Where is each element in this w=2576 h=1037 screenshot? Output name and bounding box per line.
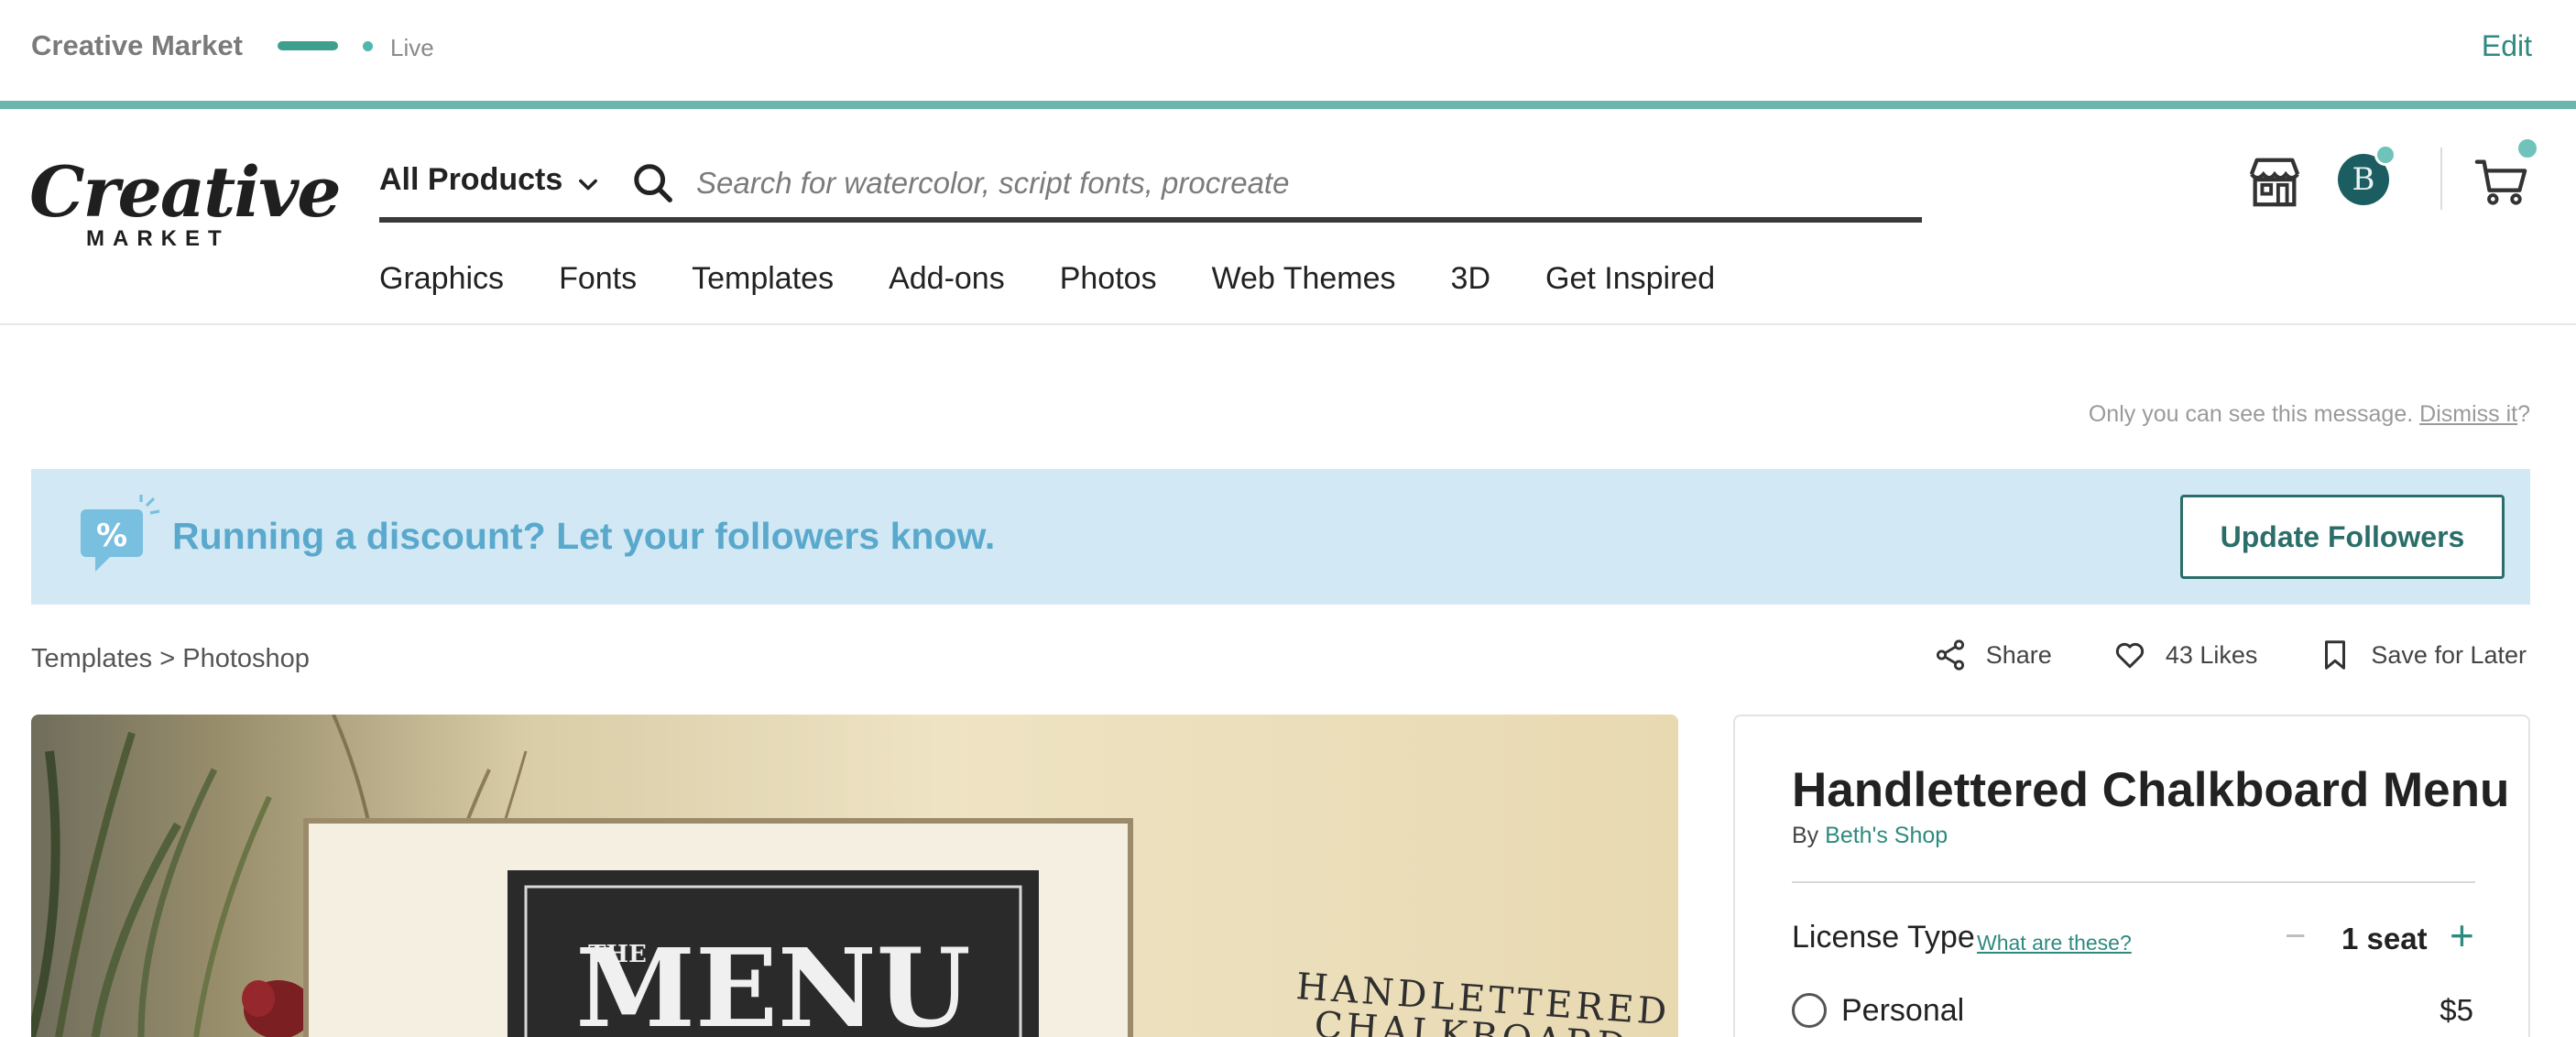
search-bar: All Products xyxy=(379,146,1922,223)
top-divider xyxy=(0,101,2576,109)
seats-value: 1 seat xyxy=(2341,922,2428,955)
shop-icon[interactable] xyxy=(2246,153,2303,210)
chevron-down-icon[interactable] xyxy=(575,171,601,197)
bookmark-icon xyxy=(2325,640,2346,670)
product-image[interactable]: MENU THE HANDLETTERED CHALKBOARD xyxy=(31,715,1678,1037)
nav-graphics[interactable]: Graphics xyxy=(379,261,504,297)
nav-templates[interactable]: Templates xyxy=(692,261,834,297)
share-label: Share xyxy=(1985,640,2052,669)
license-personal-radio[interactable] xyxy=(1792,993,1827,1028)
nav-photos[interactable]: Photos xyxy=(1060,261,1157,297)
product-photo: MENU THE HANDLETTERED CHALKBOARD xyxy=(31,715,1672,1037)
by-label: By xyxy=(1792,823,1819,848)
status-pill xyxy=(278,41,338,50)
panel-divider xyxy=(1792,881,2475,883)
purchase-panel: Handlettered Chalkboard Menu By Beth's S… xyxy=(1733,715,2530,1037)
like-button[interactable]: 43 Likes xyxy=(2112,638,2258,672)
private-notice: Only you can see this message. Dismiss i… xyxy=(2089,401,2530,428)
license-type-label: License Type xyxy=(1792,920,1975,955)
discount-banner: % Running a discount? Let your followers… xyxy=(31,469,2530,605)
private-notice-text: Only you can see this message. xyxy=(2088,401,2414,427)
nav-3d[interactable]: 3D xyxy=(1451,261,1490,297)
site-header: Creative MARKET All Products B Graphics … xyxy=(0,109,2576,325)
cart-badge-dot xyxy=(2516,136,2539,160)
license-option-price: $5 xyxy=(2440,993,2473,1027)
product-title: Handlettered Chalkboard Menu xyxy=(1792,763,2510,817)
logo[interactable]: Creative MARKET xyxy=(29,151,342,257)
dismiss-link[interactable]: Dismiss it xyxy=(2419,401,2517,427)
cart-icon[interactable] xyxy=(2473,153,2530,210)
shop-link[interactable]: Beth's Shop xyxy=(1825,823,1948,848)
logo-wordmark: Creative xyxy=(29,151,342,233)
save-for-later-button[interactable]: Save for Later xyxy=(2318,638,2527,672)
live-status: Live xyxy=(390,34,434,61)
product-author: By Beth's Shop xyxy=(1792,823,1948,849)
nav-fonts[interactable]: Fonts xyxy=(559,261,637,297)
nav-get-inspired[interactable]: Get Inspired xyxy=(1545,261,1715,297)
seats-decrement-button[interactable]: − xyxy=(2285,916,2306,957)
search-input[interactable] xyxy=(696,160,1887,206)
live-dot xyxy=(363,41,373,51)
likes-count: 43 Likes xyxy=(2165,640,2258,669)
nav-web-themes[interactable]: Web Themes xyxy=(1212,261,1396,297)
heart-icon xyxy=(2115,642,2144,669)
site-name: Creative Market xyxy=(31,29,243,61)
license-option-label[interactable]: Personal xyxy=(1841,993,1964,1029)
product-actions: Share 43 Likes Save for Later xyxy=(1872,638,2527,672)
update-followers-button[interactable]: Update Followers xyxy=(2180,495,2505,579)
search-icon[interactable] xyxy=(632,162,674,204)
save-label: Save for Later xyxy=(2371,640,2527,669)
license-help-link[interactable]: What are these? xyxy=(1977,931,2132,955)
banner-message: Running a discount? Let your followers k… xyxy=(172,515,996,557)
seats-increment-button[interactable]: + xyxy=(2450,911,2474,960)
private-notice-suffix: ? xyxy=(2517,401,2530,427)
share-icon xyxy=(1936,639,1964,671)
menu-the: THE xyxy=(588,941,647,968)
category-select[interactable]: All Products xyxy=(379,162,562,198)
svg-text:%: % xyxy=(96,518,127,554)
edit-link[interactable]: Edit xyxy=(2482,29,2532,63)
discount-chat-icon: % xyxy=(81,495,160,572)
header-divider xyxy=(2440,147,2442,210)
notification-dot xyxy=(2374,144,2396,166)
share-button[interactable]: Share xyxy=(1933,638,2052,672)
nav-add-ons[interactable]: Add-ons xyxy=(889,261,1005,297)
top-status-bar: Creative Market Live Edit xyxy=(0,0,2576,99)
breadcrumb[interactable]: Templates > Photoshop xyxy=(31,644,310,674)
main-nav: Graphics Fonts Templates Add-ons Photos … xyxy=(379,261,1770,297)
